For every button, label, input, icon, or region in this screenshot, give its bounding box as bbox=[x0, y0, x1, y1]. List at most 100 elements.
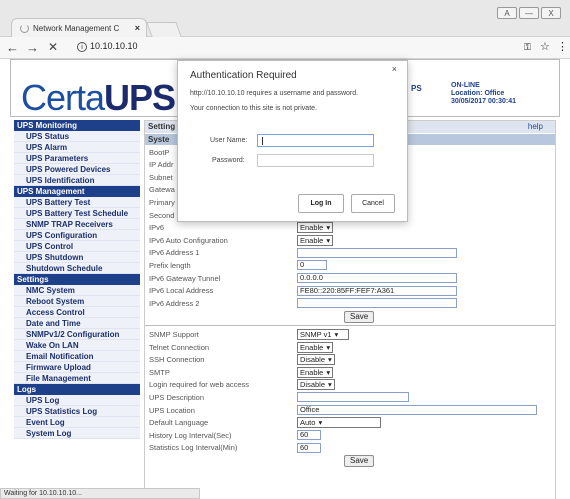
sidebar-item-ups-identification[interactable]: UPS Identification bbox=[14, 175, 140, 186]
sidebar-item-ups-parameters[interactable]: UPS Parameters bbox=[14, 153, 140, 164]
dialog-warning: Your connection to this site is not priv… bbox=[190, 105, 317, 112]
sidebar-item-date-and-time[interactable]: Date and Time bbox=[14, 318, 140, 329]
loading-spinner-icon bbox=[20, 23, 29, 33]
save-button[interactable]: Save bbox=[344, 310, 375, 323]
chevron-down-icon: ▾ bbox=[328, 380, 332, 390]
minimize-icon[interactable]: — bbox=[519, 7, 539, 19]
browser-tab[interactable]: Network Management C × bbox=[11, 18, 147, 37]
row-label: IPv6 Gateway Tunnel bbox=[149, 273, 221, 283]
password-label: Password: bbox=[212, 157, 245, 164]
row-label: UPS Location bbox=[149, 405, 195, 415]
back-icon[interactable]: ← bbox=[6, 40, 19, 55]
status-online: ON-LINE bbox=[451, 82, 480, 89]
row-label: Statistics Log Interval(Min) bbox=[149, 443, 238, 453]
statistics-log-interval-min-field[interactable]: 60 bbox=[297, 442, 321, 453]
chevron-down-icon: ▾ bbox=[334, 329, 339, 339]
settings-row: IPv6 Enable ▾ bbox=[145, 222, 555, 234]
browser-status-bar: Waiting for 10.10.10.10... bbox=[0, 488, 200, 499]
sidebar-item-ups-log[interactable]: UPS Log bbox=[14, 395, 140, 406]
profile-icon[interactable]: A bbox=[497, 7, 517, 19]
row-label: IPv6 Address 1 bbox=[149, 248, 200, 258]
sidebar-item-ups-configuration[interactable]: UPS Configuration bbox=[14, 230, 140, 241]
username-label: User Name: bbox=[210, 137, 248, 144]
menu-icon[interactable]: ⋮ bbox=[557, 40, 568, 53]
ipv6-select[interactable]: Enable ▾ bbox=[297, 222, 334, 234]
tab-close-icon[interactable]: × bbox=[135, 23, 140, 33]
telnet-connection-select[interactable]: Enable ▾ bbox=[297, 341, 334, 353]
chevron-down-icon: ▾ bbox=[326, 342, 331, 352]
sidebar-item-ups-status[interactable]: UPS Status bbox=[14, 131, 140, 142]
chevron-down-icon: ▾ bbox=[326, 223, 331, 233]
sidebar-item-system-log[interactable]: System Log bbox=[14, 428, 140, 439]
chevron-down-icon: ▾ bbox=[326, 367, 331, 377]
row-label: History Log Interval(Sec) bbox=[149, 430, 232, 440]
tab-title: Network Management C bbox=[33, 23, 120, 33]
sidebar-item-file-management[interactable]: File Management bbox=[14, 373, 140, 384]
login-required-for-web-access-select[interactable]: Disable ▾ bbox=[297, 379, 335, 391]
sidebar-item-ups-alarm[interactable]: UPS Alarm bbox=[14, 142, 140, 153]
settings-row: IPv6 Gateway Tunnel 0.0.0.0 bbox=[145, 272, 555, 284]
sidebar-item-access-control[interactable]: Access Control bbox=[14, 307, 140, 318]
ipv6-gateway-tunnel-field[interactable]: 0.0.0.0 bbox=[297, 273, 457, 283]
settings-row: IPv6 Address 1 bbox=[145, 247, 555, 259]
sidebar-item-ups-shutdown[interactable]: UPS Shutdown bbox=[14, 252, 140, 263]
new-tab-button[interactable] bbox=[146, 22, 182, 37]
sidebar-item-snmpv1-2-configuration[interactable]: SNMPv1/2 Configuration bbox=[14, 329, 140, 340]
ups-description-field[interactable] bbox=[297, 392, 409, 403]
ssh-connection-select[interactable]: Disable ▾ bbox=[297, 354, 335, 366]
dialog-close-icon[interactable]: × bbox=[392, 64, 397, 74]
section-divider bbox=[145, 325, 555, 327]
history-log-interval-sec-field[interactable]: 60 bbox=[297, 430, 321, 441]
row-label: IPv6 Address 2 bbox=[149, 298, 200, 308]
sidebar-item-reboot-system[interactable]: Reboot System bbox=[14, 296, 140, 307]
info-icon[interactable]: i bbox=[77, 42, 87, 52]
settings-row: IPv6 Local Address FE80::220:85FF:FEF7:A3… bbox=[145, 285, 555, 297]
help-link[interactable]: help bbox=[528, 121, 543, 133]
forward-icon[interactable]: → bbox=[26, 40, 39, 55]
status-datetime: 30/05/2017 00:30:41 bbox=[451, 98, 516, 105]
smtp-select[interactable]: Enable ▾ bbox=[297, 366, 334, 378]
save-button[interactable]: Save bbox=[344, 455, 375, 468]
select-value: Disable bbox=[300, 355, 326, 365]
ipv6-auto-configuration-select[interactable]: Enable ▾ bbox=[297, 234, 334, 246]
sidebar-item-firmware-upload[interactable]: Firmware Upload bbox=[14, 362, 140, 373]
ipv6-address-2-field[interactable] bbox=[297, 298, 457, 309]
sidebar-item-snmp-trap-receivers[interactable]: SNMP TRAP Receivers bbox=[14, 219, 140, 230]
ipv6-address-1-field[interactable] bbox=[297, 247, 457, 258]
sidebar-item-ups-battery-test-schedule[interactable]: UPS Battery Test Schedule bbox=[14, 208, 140, 219]
login-button[interactable]: Log In bbox=[298, 194, 344, 213]
prefix-length-field[interactable]: 0 bbox=[297, 260, 327, 271]
password-input[interactable] bbox=[257, 154, 374, 167]
status-location: Location: Office bbox=[451, 90, 505, 97]
row-label: IPv6 bbox=[149, 223, 165, 233]
dialog-title: Authentication Required bbox=[190, 70, 297, 81]
username-input[interactable] bbox=[257, 134, 374, 147]
sidebar-item-ups-battery-test[interactable]: UPS Battery Test bbox=[14, 197, 140, 208]
header-fragment: PS bbox=[411, 84, 422, 93]
default-language-select[interactable]: Auto ▾ bbox=[297, 417, 381, 429]
url-field[interactable]: i 10.10.10.10 bbox=[77, 41, 138, 52]
select-value: Disable bbox=[300, 380, 326, 390]
settings-row: SMTP Enable ▾ bbox=[145, 366, 555, 378]
stop-icon[interactable]: ✕ bbox=[48, 40, 58, 54]
sidebar-item-nmc-system[interactable]: NMC System bbox=[14, 285, 140, 296]
key-icon[interactable]: ⚿ bbox=[524, 42, 531, 53]
sidebar-item-ups-control[interactable]: UPS Control bbox=[14, 241, 140, 252]
sidebar: UPS Monitoring UPS Status UPS Alarm UPS Par… bbox=[14, 120, 140, 439]
sidebar-section-ups-monitoring: UPS Monitoring bbox=[14, 120, 140, 131]
snmp-support-select[interactable]: SNMP v1 ▾ bbox=[297, 328, 349, 340]
chevron-down-icon: ▾ bbox=[318, 418, 323, 428]
close-window-icon[interactable]: X bbox=[541, 7, 561, 19]
sidebar-item-ups-statistics-log[interactable]: UPS Statistics Log bbox=[14, 406, 140, 417]
sidebar-item-ups-powered-devices[interactable]: UPS Powered Devices bbox=[14, 164, 140, 175]
ipv6-local-address-field[interactable]: FE80::220:85FF:FEF7:A361 bbox=[297, 285, 457, 296]
settings-row: SSH Connection Disable ▾ bbox=[145, 354, 555, 366]
sidebar-item-shutdown-schedule[interactable]: Shutdown Schedule bbox=[14, 263, 140, 274]
sidebar-item-email-notification[interactable]: Email Notification bbox=[14, 351, 140, 362]
sidebar-item-event-log[interactable]: Event Log bbox=[14, 417, 140, 428]
cancel-button[interactable]: Cancel bbox=[351, 194, 395, 213]
browser-tab-bar: Network Management C × A — X bbox=[0, 0, 570, 37]
sidebar-item-wake-on-lan[interactable]: Wake On LAN bbox=[14, 340, 140, 351]
ups-location-field[interactable]: Office bbox=[297, 405, 537, 415]
star-icon[interactable]: ☆ bbox=[540, 40, 550, 53]
